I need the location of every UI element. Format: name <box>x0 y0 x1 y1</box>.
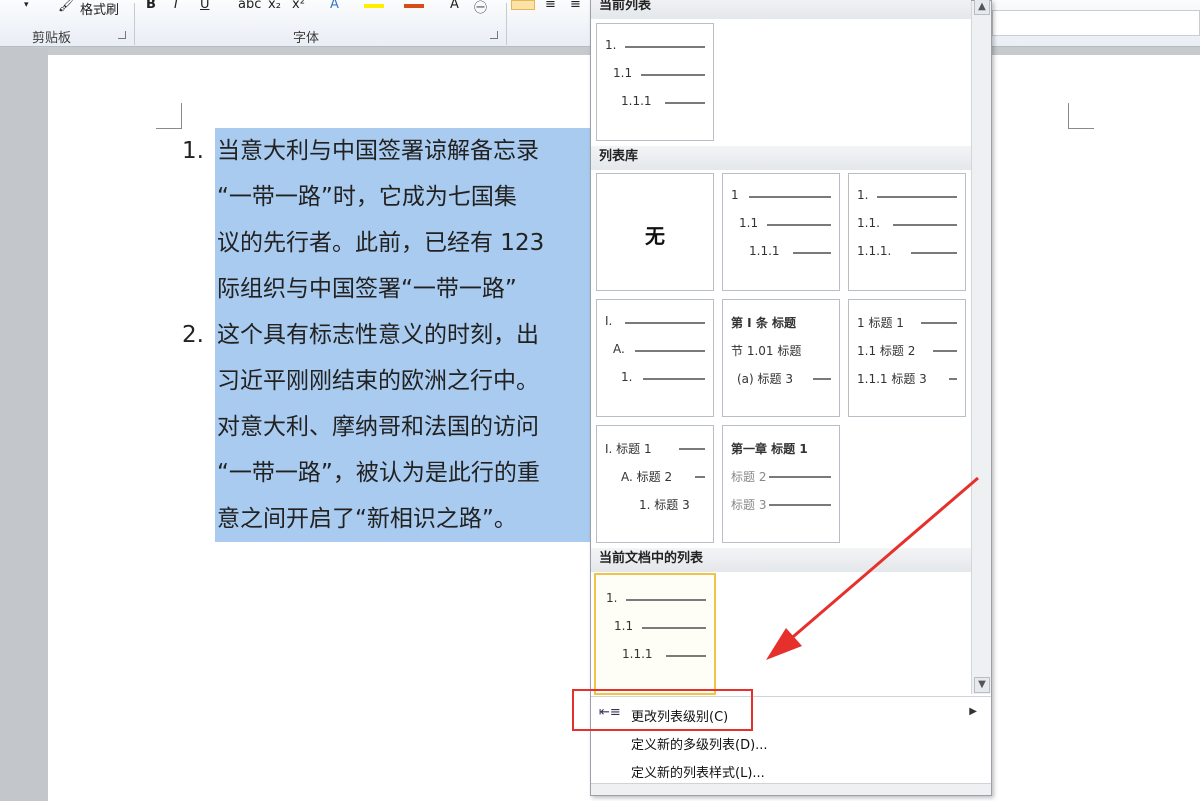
format-painter-icon[interactable]: 🖌 <box>58 0 75 13</box>
level-label: 1.1. <box>857 216 880 230</box>
doc-list-tile[interactable]: 1. 1.1 1.1.1 <box>594 573 716 695</box>
text-line: 这个具有标志性意义的时刻，出 <box>215 312 590 358</box>
subscript-icon[interactable]: x₂ <box>268 0 281 12</box>
strikethrough-icon[interactable]: abc <box>238 0 261 12</box>
list-style-none[interactable]: 无 <box>596 173 714 291</box>
crop-mark <box>156 103 182 129</box>
level-label: I. 标题 1 <box>605 442 652 456</box>
list-number: 1. <box>182 138 204 164</box>
text-line: 对意大利、摩纳哥和法国的访问 <box>215 404 590 450</box>
text-line: 际组织与中国签署“一带一路” <box>215 266 590 312</box>
text-line: “一带一路”，被认为是此行的重 <box>215 450 590 496</box>
superscript-icon[interactable]: x² <box>292 0 305 12</box>
crop-mark <box>1068 103 1094 129</box>
level-label: 1.1 <box>739 216 759 230</box>
enclose-char-icon[interactable]: ㊀ <box>474 0 487 16</box>
level-label: 1.1.1 标题 3 <box>857 372 927 386</box>
level-label: 1 <box>731 188 739 202</box>
dropdown-arrow-icon[interactable]: ▾ <box>24 0 29 10</box>
text-line: 当意大利与中国签署谅解备忘录 <box>215 128 590 174</box>
list-style-numeric-dot[interactable]: 1. 1.1. 1.1.1. <box>848 173 966 291</box>
resize-grip[interactable] <box>591 783 991 795</box>
text-line: “一带一路”时，它成为七国集 <box>215 174 590 220</box>
left-margin <box>0 48 48 801</box>
level-label: I. <box>605 314 613 328</box>
char-shading-icon[interactable]: A <box>450 0 459 12</box>
list-style-roman[interactable]: I. A. 1. <box>596 299 714 417</box>
level-label: (a) 标题 3 <box>737 372 793 386</box>
level-label: 1 标题 1 <box>857 316 904 330</box>
level-label: 第 I 条 标题 <box>731 316 796 330</box>
ribbon-divider <box>506 3 507 45</box>
highlight-color-swatch[interactable] <box>364 4 384 8</box>
level-label: 1.1 标题 2 <box>857 344 916 358</box>
annotation-arrow-icon <box>766 476 979 660</box>
list-style-heading-numeric[interactable]: 1 标题 1 1.1 标题 2 1.1.1 标题 3 <box>848 299 966 417</box>
level-label: 1.1 <box>614 619 634 633</box>
list-number: 2. <box>182 322 204 348</box>
level-label: 1. <box>605 38 617 52</box>
align-icon[interactable]: ≡ <box>545 0 556 12</box>
bold-button[interactable]: B <box>146 0 156 12</box>
list-style-article-section[interactable]: 第 I 条 标题 节 1.01 标题 (a) 标题 3 <box>722 299 840 417</box>
highlight-box <box>572 689 753 731</box>
list-style-heading-roman[interactable]: I. 标题 1 A. 标题 2 1. 标题 3 <box>596 425 714 543</box>
level-label: A. 标题 2 <box>621 470 673 484</box>
level-label: 第一章 标题 1 <box>731 442 808 456</box>
font-color-swatch[interactable] <box>404 4 424 8</box>
clipboard-group-label: 剪贴板 <box>32 31 72 46</box>
format-painter-button[interactable]: 格式刷 <box>80 0 119 18</box>
define-multilevel-list-label: 定义新的多级列表(D)... <box>631 738 768 753</box>
current-list-tile[interactable]: 1. 1.1 1.1.1 <box>596 23 714 141</box>
list-style-numeric[interactable]: 1 1.1 1.1.1 <box>722 173 840 291</box>
text-effect-icon[interactable]: A <box>330 0 339 12</box>
define-list-style-label: 定义新的列表样式(L)... <box>631 766 765 781</box>
level-label: 1. 标题 3 <box>639 498 690 512</box>
define-multilevel-list-item[interactable]: 定义新的多级列表(D)... <box>591 728 991 756</box>
list-library-heading: 列表库 <box>591 146 971 170</box>
level-label: 1.1.1. <box>857 244 892 258</box>
level-label: 1.1.1 <box>749 244 780 258</box>
level-label: 1.1.1 <box>621 94 652 108</box>
level-label: A. <box>613 342 625 356</box>
ribbon-divider <box>134 3 135 45</box>
submenu-arrow-icon: ▶ <box>969 706 977 717</box>
define-list-style-item[interactable]: 定义新的列表样式(L)... <box>591 756 991 784</box>
level-label: 1. <box>621 370 633 384</box>
text-line: 习近平刚刚结束的欧洲之行中。 <box>215 358 590 404</box>
text-line: 议的先行者。此前，已经有 123 <box>215 220 590 266</box>
level-label: 1. <box>606 591 618 605</box>
italic-button[interactable]: I <box>174 0 178 12</box>
level-label: 节 1.01 标题 <box>731 344 802 358</box>
scroll-up-icon[interactable]: ▲ <box>974 0 990 15</box>
font-launcher-icon[interactable] <box>490 31 498 39</box>
current-list-heading: 当前列表 <box>591 0 971 19</box>
level-label: 1.1.1 <box>622 647 653 661</box>
underline-button[interactable]: U <box>200 0 210 12</box>
font-group-label: 字体 <box>293 31 320 46</box>
none-label: 无 <box>645 224 665 248</box>
ribbon-right-band <box>992 10 1200 36</box>
level-label: 1. <box>857 188 869 202</box>
clipboard-launcher-icon[interactable] <box>118 31 126 39</box>
align-icon[interactable]: ≡ <box>570 0 581 12</box>
text-line: 意之间开启了“新相识之路”。 <box>215 496 590 542</box>
multilevel-list-button[interactable] <box>511 0 535 10</box>
level-label: 1.1 <box>613 66 633 80</box>
